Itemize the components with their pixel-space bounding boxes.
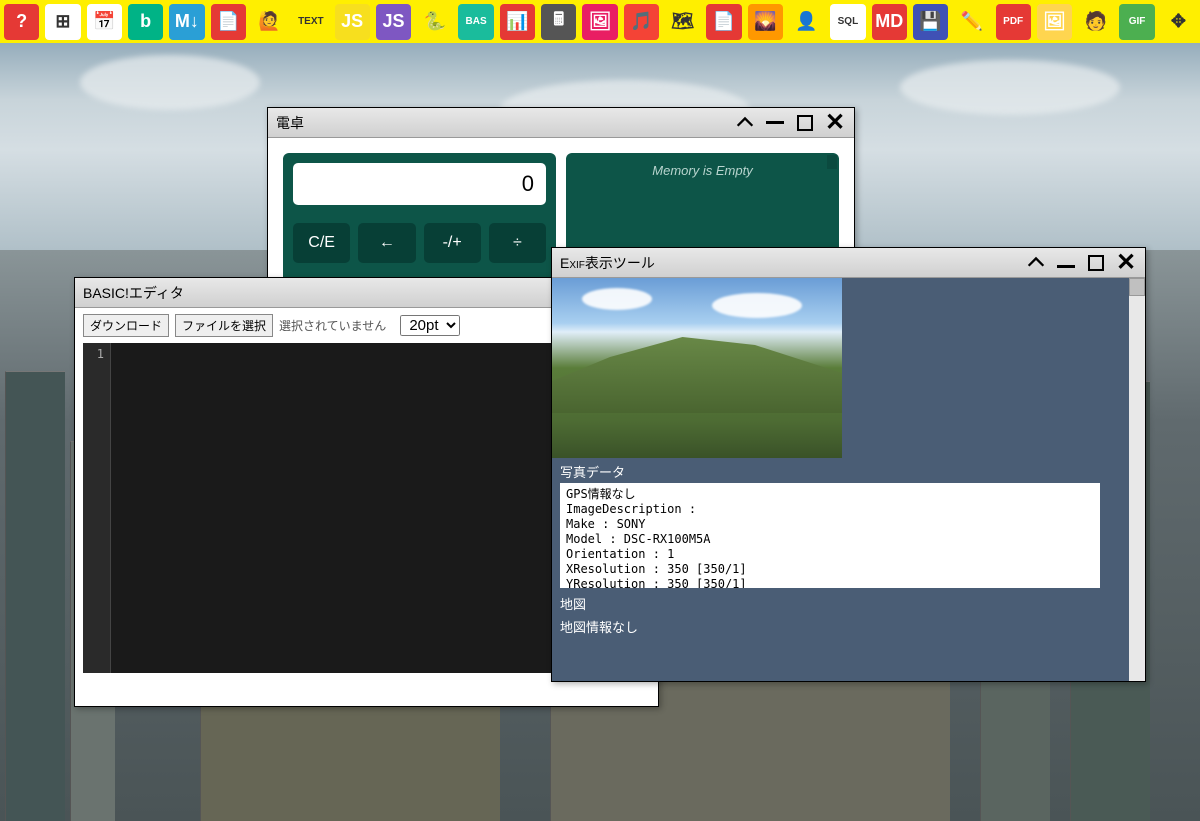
collapse-icon[interactable] xyxy=(1025,252,1047,274)
exif-title: Exif表示ツール xyxy=(560,253,1025,273)
collapse-icon[interactable] xyxy=(734,112,756,134)
basic-title: BASIC!エディタ xyxy=(83,283,628,303)
sql-icon[interactable]: SQL xyxy=(830,4,865,40)
maximize-icon[interactable] xyxy=(794,112,816,134)
map-none-text: 地図情報なし xyxy=(552,615,1129,638)
memory-scrollbar[interactable] xyxy=(827,155,837,169)
help-person-icon[interactable]: 🙋 xyxy=(252,4,287,40)
line-gutter: 1 xyxy=(83,343,111,673)
backspace-button[interactable]: ← xyxy=(358,223,415,263)
python-icon[interactable]: 🐍 xyxy=(417,4,452,40)
grid-apps-icon[interactable]: ⊞ xyxy=(45,4,80,40)
exif-icon[interactable]: 🖼 xyxy=(1037,4,1072,40)
move-icon[interactable]: ✥ xyxy=(1161,4,1196,40)
pdf-icon[interactable]: PDF xyxy=(996,4,1031,40)
minimize-icon[interactable] xyxy=(766,121,784,124)
memory-empty-text: Memory is Empty xyxy=(652,163,752,178)
download-button[interactable]: ダウンロード xyxy=(83,314,169,337)
minimize-icon[interactable] xyxy=(1057,265,1075,268)
calculator-display: 0 xyxy=(293,163,546,205)
image-icon[interactable]: 🖼 xyxy=(582,4,617,40)
photo-data-label: 写真データ xyxy=(552,458,1129,483)
bing-icon[interactable]: b xyxy=(128,4,163,40)
help-icon[interactable]: ? xyxy=(4,4,39,40)
exif-titlebar[interactable]: Exif表示ツール ✕ xyxy=(552,248,1145,278)
negate-button[interactable]: -/+ xyxy=(424,223,481,263)
js-alt-icon[interactable]: JS xyxy=(376,4,411,40)
slide-icon[interactable]: 📊 xyxy=(500,4,535,40)
javascript-icon[interactable]: JS xyxy=(335,4,370,40)
md-alt-icon[interactable]: MD xyxy=(872,4,907,40)
user-icon[interactable]: 👤 xyxy=(789,4,824,40)
text-icon[interactable]: TEXT xyxy=(293,4,328,40)
exif-data-text[interactable]: GPS情報なし ImageDescription : Make : SONY M… xyxy=(560,483,1100,588)
clear-button[interactable]: C/E xyxy=(293,223,350,263)
exif-scrollbar[interactable] xyxy=(1129,278,1145,681)
calculator-icon[interactable]: 🖩 xyxy=(541,4,576,40)
basic-icon[interactable]: BAS xyxy=(458,4,493,40)
picture-icon[interactable]: 🌄 xyxy=(748,4,783,40)
no-file-text: 選択されていません xyxy=(279,317,386,334)
gif-icon[interactable]: GIF xyxy=(1119,4,1154,40)
map-icon[interactable]: 🗺 xyxy=(665,4,700,40)
markdown-icon[interactable]: M↓ xyxy=(169,4,204,40)
calculator-title: 電卓 xyxy=(276,113,734,133)
divide-button[interactable]: ÷ xyxy=(489,223,546,263)
map-label: 地図 xyxy=(552,592,1129,615)
close-icon[interactable]: ✕ xyxy=(1115,252,1137,274)
exif-window: Exif表示ツール ✕ 写真データ GPS情報なし ImageDescripti… xyxy=(551,247,1146,682)
notepad-icon[interactable]: 📄 xyxy=(211,4,246,40)
calculator-titlebar[interactable]: 電卓 ✕ xyxy=(268,108,854,138)
music-icon[interactable]: 🎵 xyxy=(624,4,659,40)
app-toolbar: ?⊞📅bM↓📄🙋TEXTJSJS🐍BAS📊🖩🖼🎵🗺📄🌄👤SQLMD💾✏️PDF🖼… xyxy=(0,0,1200,43)
edit-pen-icon[interactable]: ✏️ xyxy=(954,4,989,40)
choose-file-button[interactable]: ファイルを選択 xyxy=(175,314,273,337)
font-size-select[interactable]: 20pt xyxy=(400,315,460,336)
line-number: 1 xyxy=(83,347,104,361)
photo-preview xyxy=(552,278,842,458)
avatar-icon[interactable]: 🧑 xyxy=(1078,4,1113,40)
add-file-icon[interactable]: 📄 xyxy=(706,4,741,40)
maximize-icon[interactable] xyxy=(1085,252,1107,274)
calendar-icon[interactable]: 📅 xyxy=(87,4,122,40)
save-disk-icon[interactable]: 💾 xyxy=(913,4,948,40)
close-icon[interactable]: ✕ xyxy=(824,112,846,134)
